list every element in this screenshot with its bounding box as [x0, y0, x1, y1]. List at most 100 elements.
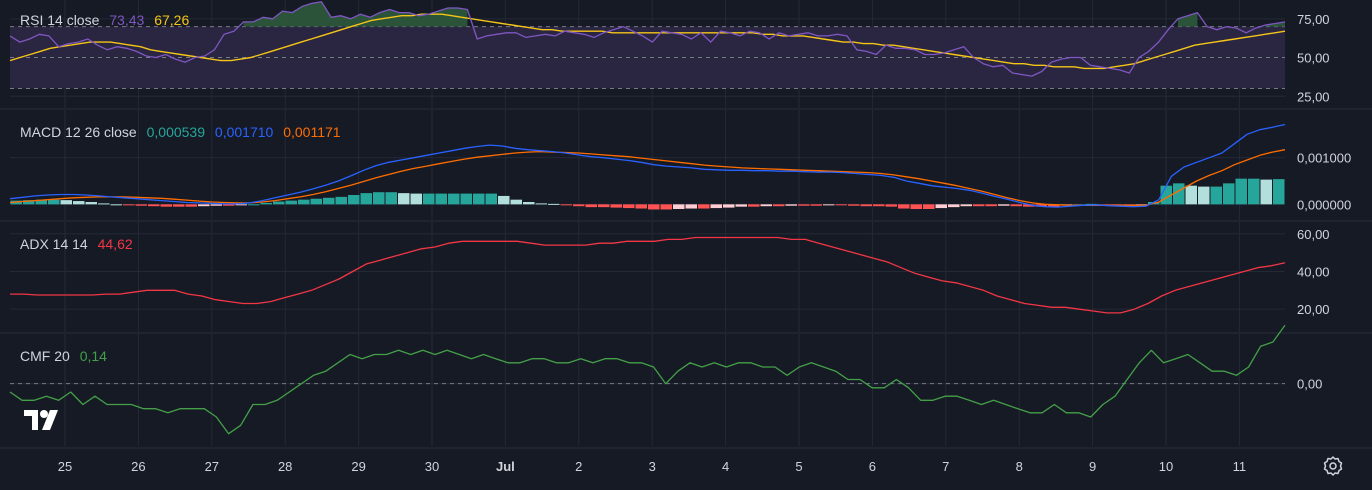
macd-histogram-bar	[60, 200, 72, 205]
rsi-ma-legend-value: 67,26	[154, 12, 190, 28]
macd-histogram-bar	[1010, 204, 1022, 207]
macd-histogram-bar	[760, 204, 772, 207]
macd-signal-legend-value: 0,001171	[283, 124, 341, 140]
macd-histogram-bar	[435, 193, 447, 205]
macd-histogram-bar	[773, 204, 785, 207]
macd-histogram-bar	[985, 204, 997, 207]
macd-histogram-bar	[723, 204, 735, 208]
macd-line-legend-value: 0,001710	[214, 124, 274, 140]
macd-histogram-bar	[935, 204, 947, 209]
macd-legend: MACD 12 26 close 0,000539 0,001710 0,001…	[20, 124, 347, 140]
macd-histogram-bar	[673, 204, 685, 209]
macd-histogram-bar	[123, 204, 135, 206]
x-tick-label: 10	[1159, 459, 1173, 474]
macd-histogram-bar	[1210, 186, 1222, 205]
macd-histogram-bar	[298, 199, 310, 205]
macd-histogram-bar	[510, 199, 522, 205]
macd-histogram-bar	[48, 199, 60, 205]
macd-histogram-bar	[410, 193, 422, 205]
y-tick-label: 0,001000	[1297, 151, 1351, 166]
cmf-legend-value: 0,14	[79, 348, 107, 364]
x-tick-label: 30	[425, 459, 439, 474]
x-tick-label: 8	[1016, 459, 1023, 474]
y-tick-label: 20,00	[1297, 302, 1330, 317]
macd-histogram-bar	[135, 204, 147, 206]
macd-histogram-bar	[460, 193, 472, 205]
macd-histogram-bar	[623, 204, 635, 209]
macd-histogram-bar	[423, 193, 435, 205]
y-tick-label: 75,00	[1297, 12, 1330, 27]
adx-legend-label: ADX 14 14	[20, 236, 88, 252]
macd-histogram-bar	[598, 204, 610, 208]
macd-histogram-bar	[660, 204, 672, 210]
macd-histogram-bar	[1223, 183, 1235, 205]
macd-histogram-bar	[323, 197, 335, 205]
macd-histogram-bar	[648, 204, 660, 210]
macd-histogram-bar	[848, 204, 860, 206]
macd-histogram-bar	[498, 195, 510, 205]
macd-histogram-bar	[873, 204, 885, 207]
macd-histogram-bar	[185, 204, 197, 207]
macd-histogram-bar	[273, 201, 285, 205]
macd-histogram-bar	[385, 192, 397, 205]
macd-histogram-bar	[573, 204, 585, 207]
macd-histogram-bar	[373, 192, 385, 205]
macd-histogram-bar	[260, 202, 272, 205]
y-tick-label: 0,000000	[1297, 197, 1351, 212]
macd-histogram-bar	[360, 193, 372, 205]
macd-histogram-bar	[948, 204, 960, 208]
macd-histogram-bar	[98, 203, 110, 205]
macd-histogram-bar	[523, 202, 535, 205]
x-tick-label: 28	[278, 459, 292, 474]
macd-histogram-bar	[635, 204, 647, 209]
macd-histogram-bar	[173, 204, 185, 207]
macd-histogram-bar	[1260, 179, 1272, 205]
gear-icon[interactable]	[1322, 455, 1344, 477]
macd-histogram-bar	[835, 204, 847, 206]
macd-histogram-bar	[823, 204, 835, 206]
x-tick-label: Jul	[496, 459, 515, 474]
macd-histogram-bar	[535, 203, 547, 205]
x-tick-label: 4	[722, 459, 729, 474]
x-tick-label: 2	[575, 459, 582, 474]
macd-histogram-bar	[1198, 186, 1210, 205]
macd-histogram-bar	[473, 193, 485, 205]
macd-histogram-bar	[698, 204, 710, 209]
x-tick-label: 7	[942, 459, 949, 474]
macd-histogram-bar	[1185, 185, 1197, 205]
rsi-legend-label: RSI 14 close	[20, 12, 100, 28]
rsi-legend-value: 73,43	[109, 12, 145, 28]
cmf-legend: CMF 20 0,14	[20, 348, 113, 364]
macd-histogram-bar	[148, 204, 160, 207]
macd-histogram-bar	[1273, 179, 1285, 205]
macd-histogram-bar	[210, 204, 222, 206]
macd-histogram-bar	[798, 204, 810, 206]
macd-histogram-bar	[448, 193, 460, 205]
indicator-chart: 75,0050,0025,000,0010000,00000060,0040,0…	[0, 0, 1372, 490]
macd-histogram-bar	[810, 204, 822, 206]
x-tick-label: 3	[649, 459, 656, 474]
macd-histogram-bar	[560, 204, 572, 206]
macd-histogram-bar	[110, 204, 122, 206]
x-tick-label: 9	[1089, 459, 1096, 474]
macd-histogram-bar	[485, 193, 497, 205]
macd-histogram-bar	[748, 204, 760, 207]
macd-histogram-bar	[973, 204, 985, 207]
macd-histogram-bar	[248, 204, 260, 206]
y-tick-label: 60,00	[1297, 227, 1330, 242]
macd-histogram-bar	[160, 204, 172, 207]
macd-histogram-bar	[585, 204, 597, 208]
macd-histogram-bar	[198, 204, 210, 207]
macd-histogram-bar	[898, 204, 910, 209]
tradingview-logo-icon[interactable]	[24, 408, 64, 434]
x-tick-label: 25	[58, 459, 72, 474]
rsi-legend: RSI 14 close 73,43 67,26	[20, 12, 195, 28]
y-tick-label: 0,00	[1297, 377, 1322, 392]
macd-histogram-bar	[685, 204, 697, 209]
macd-histogram-bar	[610, 204, 622, 208]
macd-histogram-bar	[398, 193, 410, 205]
adx-legend-value: 44,62	[97, 236, 133, 252]
y-tick-label: 50,00	[1297, 51, 1330, 66]
macd-histogram-bar	[1248, 178, 1260, 205]
macd-histogram-bar	[998, 204, 1010, 206]
